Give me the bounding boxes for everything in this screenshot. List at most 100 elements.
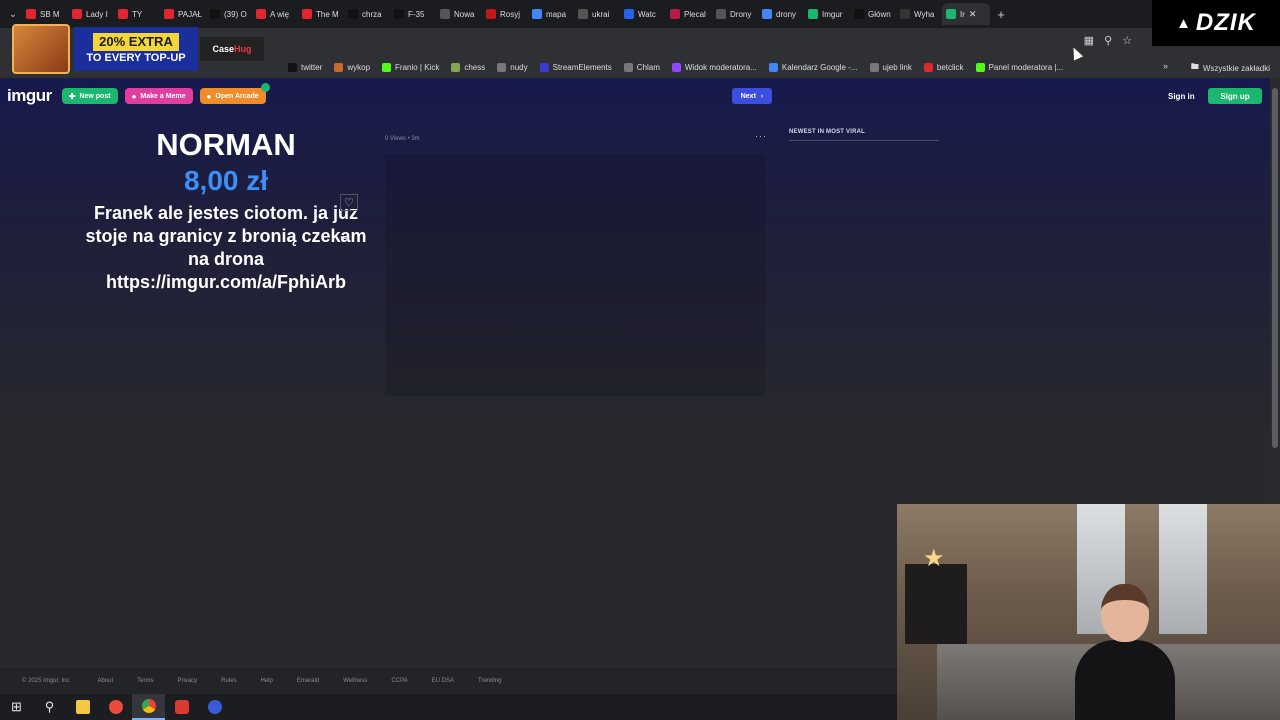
youtube-icon: [72, 9, 82, 19]
open-arcade-button[interactable]: ● Open Arcade: [199, 83, 270, 104]
tiktok-icon: [394, 9, 404, 19]
imgur-header: imgur ✚ New post ● Make a Meme ● Open Ar…: [0, 78, 1280, 114]
bookmark-label: Chlam: [636, 62, 660, 72]
obs-icon[interactable]: [198, 694, 231, 720]
favorite-heart-icon[interactable]: ♡: [340, 194, 358, 211]
bookmark-item[interactable]: Panel moderatora |...: [975, 62, 1063, 72]
bookmark-item[interactable]: chess: [451, 62, 486, 72]
browser-tab[interactable]: Rosyj: [482, 3, 528, 25]
bookmark-item[interactable]: nudy: [497, 62, 528, 72]
footer-link[interactable]: CCPA: [391, 678, 407, 684]
browser-tab-label: Lady I: [86, 9, 108, 19]
globe-icon: [578, 9, 588, 19]
new-badge-dot: [260, 83, 270, 92]
bookmark-label: betclick: [936, 62, 964, 72]
browser-tab[interactable]: Wyha: [896, 3, 942, 25]
browser-tab[interactable]: Plecal: [666, 3, 712, 25]
bookmark-item[interactable]: ujeb link: [869, 62, 912, 72]
bookmark-item[interactable]: Chlam: [623, 62, 660, 72]
x-icon: [854, 9, 864, 19]
donation-amount: 8,00 zł: [183, 165, 269, 196]
footer-link[interactable]: Terms: [137, 678, 153, 684]
browser-tab[interactable]: Imgur: [804, 3, 850, 25]
bookmark-favicon-icon: [768, 62, 778, 72]
footer-link[interactable]: Wellness: [343, 678, 367, 684]
sign-up-button[interactable]: Sign up: [1208, 88, 1262, 104]
browser-tab[interactable]: mapa: [528, 3, 574, 25]
browser-tab[interactable]: TY: [114, 3, 160, 25]
bookmark-item[interactable]: Widok moderatora...: [671, 62, 757, 72]
chrome-icon[interactable]: [132, 694, 165, 720]
footer-link[interactable]: Trending: [478, 678, 501, 684]
bookmarks-overflow-chevron-icon[interactable]: »: [1163, 61, 1168, 71]
youtube-icon: [164, 9, 174, 19]
next-post-button[interactable]: Next ›: [732, 88, 772, 104]
close-tab-icon[interactable]: ✕: [969, 9, 977, 20]
youtube-icon: [302, 9, 312, 19]
browser-tab[interactable]: Ir ✕: [942, 3, 990, 25]
bookmark-label: ujeb link: [882, 62, 912, 72]
footer-link[interactable]: Rules: [221, 678, 236, 684]
streamer-webcam: ★: [897, 504, 1280, 720]
footer-link[interactable]: Privacy: [177, 678, 197, 684]
browser-tab[interactable]: A wię: [252, 3, 298, 25]
footer-link[interactable]: EU DSA: [432, 678, 454, 684]
ad-offer: 20% EXTRA TO EVERY TOP-UP: [74, 27, 198, 71]
scrollbar-thumb[interactable]: [1272, 88, 1278, 448]
x-icon: [348, 9, 358, 19]
youtube-icon: [118, 9, 128, 19]
all-bookmarks-button[interactable]: 🖿 Wszystkie zakładki: [1191, 61, 1270, 75]
browser-tab[interactable]: (39) O: [206, 3, 252, 25]
sign-in-link[interactable]: Sign in: [1168, 92, 1195, 101]
browser-tab[interactable]: PAJAŁ: [160, 3, 206, 25]
newest-heading: NEWEST IN MOST VIRAL: [789, 129, 865, 135]
new-tab-plus-icon[interactable]: +: [992, 5, 1010, 23]
translate-icon[interactable]: ▦: [1084, 34, 1094, 47]
browser-tab-label: The M: [316, 9, 339, 19]
bookmark-star-icon[interactable]: ☆: [1122, 34, 1132, 47]
browser-tab-label: PAJAŁ: [178, 9, 202, 19]
bookmark-favicon-icon: [497, 62, 507, 72]
app-icon[interactable]: [99, 694, 132, 720]
footer-link[interactable]: About: [97, 678, 113, 684]
bookmark-label: twitter: [301, 62, 323, 72]
browser-tab[interactable]: ukrai: [574, 3, 620, 25]
browser-tab-label: Plecal: [684, 9, 706, 19]
browser-tab[interactable]: Watc: [620, 3, 666, 25]
bookmark-favicon-icon: [623, 62, 633, 72]
windows-start-icon[interactable]: ⊞: [0, 694, 33, 720]
bookmark-item[interactable]: betclick: [923, 62, 964, 72]
footer-link[interactable]: Help: [261, 678, 273, 684]
browser-tab-label: chrza: [362, 9, 382, 19]
bookmark-item[interactable]: Franio | Kick: [382, 62, 439, 72]
new-post-button[interactable]: ✚ New post: [61, 88, 118, 104]
browser-tab[interactable]: chrza: [344, 3, 390, 25]
browser-tab[interactable]: drony: [758, 3, 804, 25]
bookmark-label: chess: [464, 62, 486, 72]
bookmark-item[interactable]: twitter: [288, 62, 323, 72]
sponsor-ad-banner: 20% EXTRA TO EVERY TOP-UP Case Hug: [12, 24, 268, 74]
bookmark-item[interactable]: Kalendarz Google -...: [768, 62, 858, 72]
treasure-chest-icon: [12, 24, 70, 74]
browser-tab[interactable]: The M: [298, 3, 344, 25]
bookmark-item[interactable]: StreamElements: [539, 62, 612, 72]
zoom-icon[interactable]: ⚲: [1104, 34, 1112, 47]
share-arrow-icon[interactable]: ↪: [340, 232, 349, 245]
imgur-logo[interactable]: imgur: [7, 86, 52, 106]
browser-tab[interactable]: Główn: [850, 3, 896, 25]
search-icon[interactable]: ⚲: [33, 694, 66, 720]
browser-tab[interactable]: SB M: [22, 3, 68, 25]
app-icon[interactable]: [165, 694, 198, 720]
bookmark-label: Widok moderatora...: [684, 62, 757, 72]
bookmark-label: wykop: [347, 62, 371, 72]
tab-search-chevron-icon[interactable]: ⌄: [4, 5, 22, 23]
browser-tab[interactable]: Drony: [712, 3, 758, 25]
make-meme-button[interactable]: ● Make a Meme: [124, 88, 193, 104]
post-options-dots-icon[interactable]: ···: [755, 131, 767, 141]
file-explorer-icon[interactable]: [66, 694, 99, 720]
browser-tab[interactable]: Lady I: [68, 3, 114, 25]
bookmark-item[interactable]: wykop: [334, 62, 371, 72]
footer-link[interactable]: Emerald: [297, 678, 319, 684]
browser-tab[interactable]: F-35: [390, 3, 436, 25]
browser-tab[interactable]: Nowa: [436, 3, 482, 25]
